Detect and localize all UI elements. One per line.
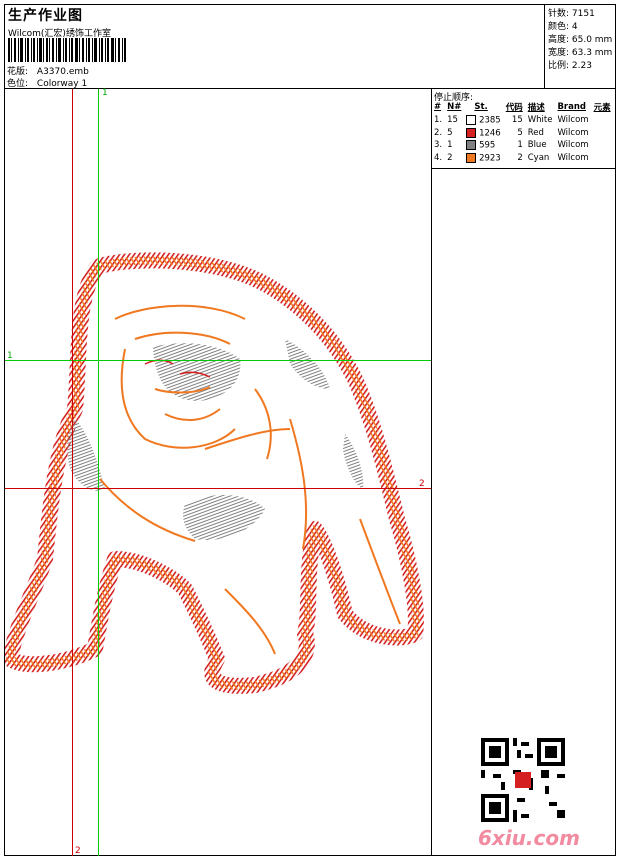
stats-divider (544, 4, 545, 88)
row-stitches-cell: 1246 (464, 127, 503, 140)
bulldog-embroidery-icon (5, 252, 424, 694)
design-width: 宽度: 63.3 mm (548, 48, 613, 58)
qr-code-icon (481, 738, 565, 822)
row-element (592, 152, 614, 165)
row-code: 15 (511, 115, 523, 126)
watermark-text: 6xiu.com (478, 826, 580, 850)
color-swatch (466, 115, 477, 125)
red-vertical-guide[interactable] (72, 89, 73, 856)
green-vertical-guide[interactable] (98, 89, 99, 856)
colorway-label: 色位: (7, 79, 29, 89)
color-swatch (466, 127, 477, 138)
row-index: 4. (434, 152, 443, 163)
green-vertical-guide-label: 1 (102, 88, 108, 98)
row-needle: 2 (447, 152, 453, 163)
row-index: 1. (434, 115, 443, 126)
panel-divider (431, 88, 432, 856)
row-stitches-cell: 595 (464, 139, 503, 152)
row-stitches: 1246 (479, 128, 501, 138)
barcode-icon (8, 38, 126, 62)
table-row: 1. 15 2385 15 White Wilcom (432, 114, 614, 127)
row-needle: 1 (447, 140, 453, 151)
row-desc: White (527, 115, 553, 126)
table-row: 4. 2 2923 2 Cyan Wilcom (432, 152, 614, 165)
col-index: # (434, 102, 442, 112)
row-code: 1 (517, 140, 523, 151)
row-element (592, 114, 614, 127)
page-title: 生产作业图 (8, 8, 83, 24)
color-count: 颜色: 4 (548, 22, 578, 32)
table-header-row: # N# St. 代码 描述 Brand 元素 (432, 101, 614, 114)
row-stitches-cell: 2385 (464, 114, 503, 127)
row-needle: 5 (447, 127, 453, 138)
green-horizontal-guide[interactable] (5, 360, 431, 361)
stop-sequence-table: # N# St. 代码 描述 Brand 元素 1. 15 2385 15 Wh… (432, 101, 614, 164)
row-desc: Blue (527, 140, 547, 151)
col-code: 代码 (505, 103, 523, 113)
col-needle: N# (447, 102, 462, 112)
red-vertical-guide-label: 2 (75, 846, 81, 856)
row-brand: Wilcom (557, 140, 589, 151)
row-stitches: 2385 (479, 115, 501, 126)
row-desc: Red (527, 127, 544, 138)
design-ratio: 比例: 2.23 (548, 61, 592, 71)
row-element (592, 139, 614, 152)
row-stitches: 2923 (479, 153, 501, 163)
colorway-value: Colorway 1 (36, 79, 88, 89)
row-needle: 15 (447, 115, 458, 126)
row-code: 5 (517, 127, 523, 138)
row-index: 2. (434, 127, 443, 138)
row-stitches: 595 (479, 140, 496, 151)
row-code: 2 (517, 152, 523, 163)
row-element (592, 127, 614, 140)
table-row: 3. 1 595 1 Blue Wilcom (432, 139, 614, 152)
color-swatch (466, 152, 477, 163)
col-stitches: St. (474, 102, 488, 112)
color-swatch (466, 140, 477, 150)
row-brand: Wilcom (557, 115, 589, 126)
colorway-row: 色位: Colorway 1 (7, 76, 87, 89)
red-horizontal-guide[interactable] (5, 488, 431, 489)
red-horizontal-guide-label: 2 (419, 479, 425, 489)
table-row: 2. 5 1246 5 Red Wilcom (432, 127, 614, 140)
col-desc: 描述 (527, 103, 545, 113)
green-horizontal-guide-label: 1 (7, 351, 13, 361)
col-brand: Brand (557, 102, 586, 112)
row-desc: Cyan (527, 152, 550, 163)
design-height: 高度: 65.0 mm (548, 35, 613, 45)
row-brand: Wilcom (557, 127, 589, 138)
row-brand: Wilcom (557, 152, 589, 163)
row-index: 3. (434, 140, 443, 151)
row-stitches-cell: 2923 (464, 152, 503, 165)
col-element: 元素 (593, 103, 611, 113)
stop-table-divider (431, 168, 616, 169)
stitch-count: 针数: 7151 (548, 9, 595, 19)
